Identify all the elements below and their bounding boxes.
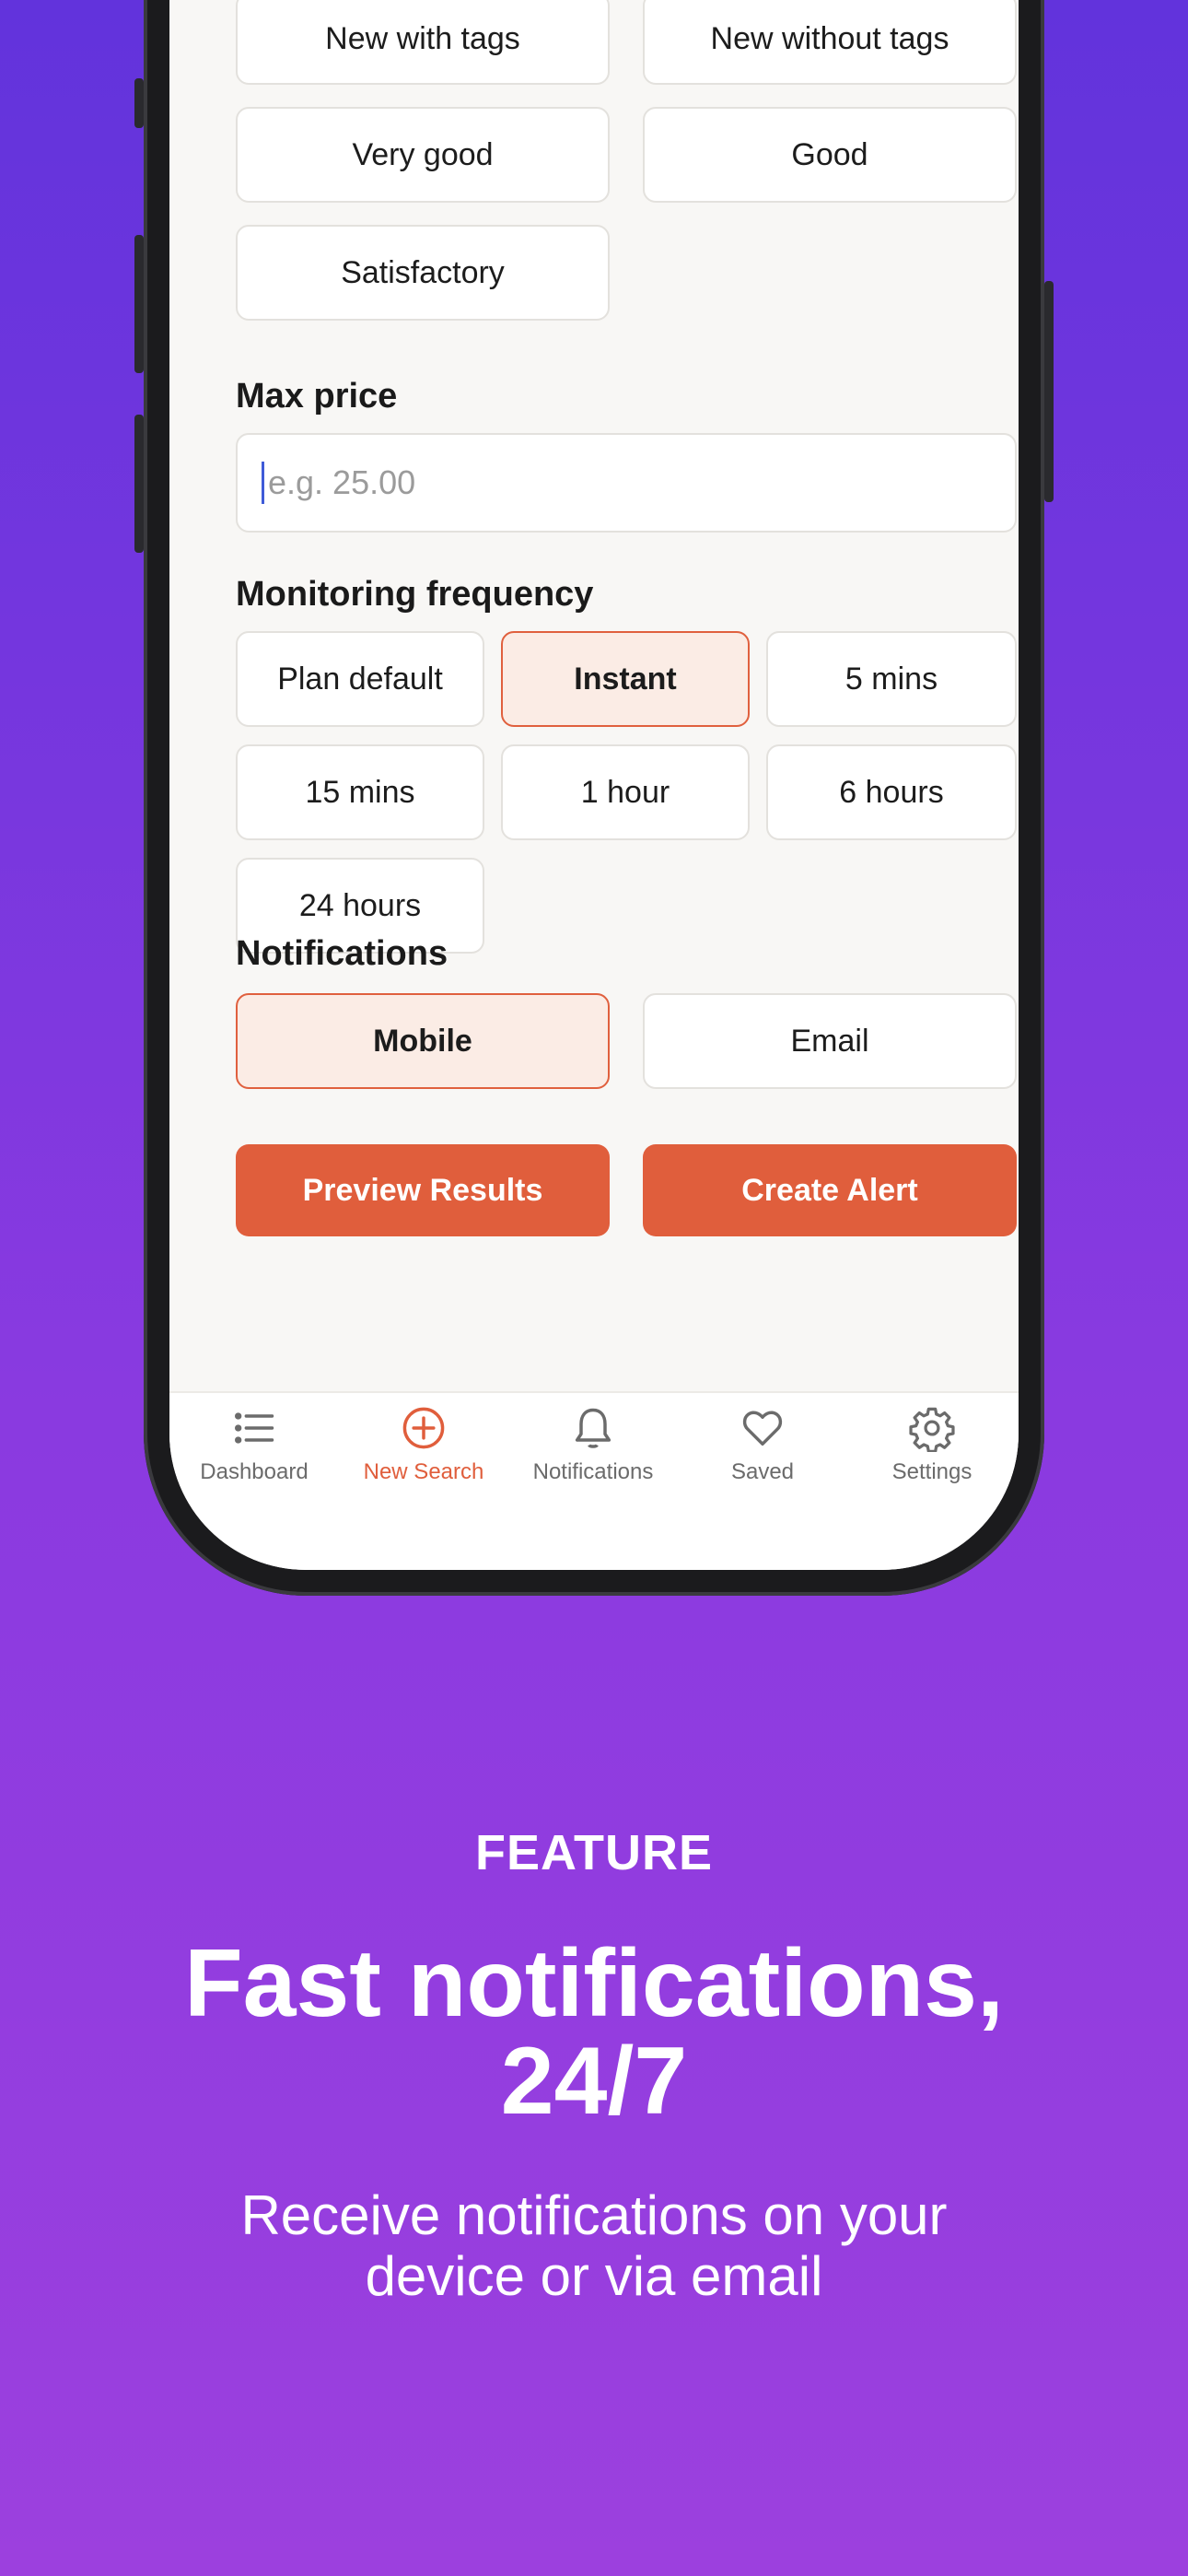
max-price-label: Max price: [236, 377, 398, 416]
app-screen: New with tags New without tags Very good…: [169, 0, 1019, 1570]
feature-subtitle: Receive notifications on your device or …: [0, 2185, 1188, 2307]
condition-very-good[interactable]: Very good: [236, 107, 610, 203]
monitoring-frequency-label: Monitoring frequency: [236, 575, 594, 614]
tab-label: Settings: [891, 1459, 973, 1484]
phone-power-button: [1044, 281, 1054, 502]
tab-settings[interactable]: Settings: [847, 1404, 1017, 1505]
feature-eyebrow: FEATURE: [475, 1825, 713, 1880]
new-search-form: New with tags New without tags Very good…: [169, 0, 1019, 1391]
text-caret: [262, 462, 264, 504]
condition-new-with-tags[interactable]: New with tags: [236, 0, 610, 85]
tab-dashboard[interactable]: Dashboard: [169, 1404, 339, 1505]
phone-frame: New with tags New without tags Very good…: [134, 0, 1054, 1596]
list-icon: [234, 1412, 274, 1444]
heart-icon: [742, 1411, 783, 1446]
phone-volume-up-button: [134, 235, 144, 373]
tab-new-search[interactable]: New Search: [339, 1404, 508, 1505]
subtitle-line-1: Receive notifications on your: [240, 2184, 948, 2246]
frequency-15-mins[interactable]: 15 mins: [236, 744, 484, 840]
tab-label: Dashboard: [200, 1459, 309, 1484]
tab-label: Saved: [730, 1459, 795, 1484]
bell-icon: [575, 1408, 611, 1448]
headline-line-2: 24/7: [500, 2028, 688, 2135]
bottom-tab-bar: Dashboard New Search Notifications Saved…: [169, 1391, 1019, 1570]
headline-line-1: Fast notifications,: [184, 1930, 1004, 2037]
phone-side-button: [134, 78, 144, 128]
notification-mobile[interactable]: Mobile: [236, 993, 610, 1089]
tab-saved[interactable]: Saved: [678, 1404, 847, 1505]
max-price-field[interactable]: [236, 433, 1017, 533]
frequency-1-hour[interactable]: 1 hour: [501, 744, 750, 840]
tab-label: New Search: [363, 1459, 484, 1484]
feature-headline: Fast notifications, 24/7: [0, 1935, 1188, 2130]
notification-email[interactable]: Email: [643, 993, 1017, 1089]
frequency-instant[interactable]: Instant: [501, 631, 750, 727]
gear-icon: [909, 1407, 955, 1452]
condition-new-without-tags[interactable]: New without tags: [643, 0, 1017, 85]
tab-notifications[interactable]: Notifications: [508, 1404, 678, 1505]
notifications-label: Notifications: [236, 934, 448, 973]
frequency-5-mins[interactable]: 5 mins: [766, 631, 1017, 727]
frequency-plan-default[interactable]: Plan default: [236, 631, 484, 727]
condition-satisfactory[interactable]: Satisfactory: [236, 225, 610, 321]
tab-label: Notifications: [532, 1459, 654, 1484]
frequency-6-hours[interactable]: 6 hours: [766, 744, 1017, 840]
phone-volume-down-button: [134, 415, 144, 553]
max-price-input[interactable]: [266, 463, 970, 503]
create-alert-button[interactable]: Create Alert: [643, 1144, 1017, 1236]
subtitle-line-2: device or via email: [365, 2245, 823, 2307]
condition-good[interactable]: Good: [643, 107, 1017, 203]
preview-results-button[interactable]: Preview Results: [236, 1144, 610, 1236]
plus-circle-icon: [402, 1407, 445, 1449]
